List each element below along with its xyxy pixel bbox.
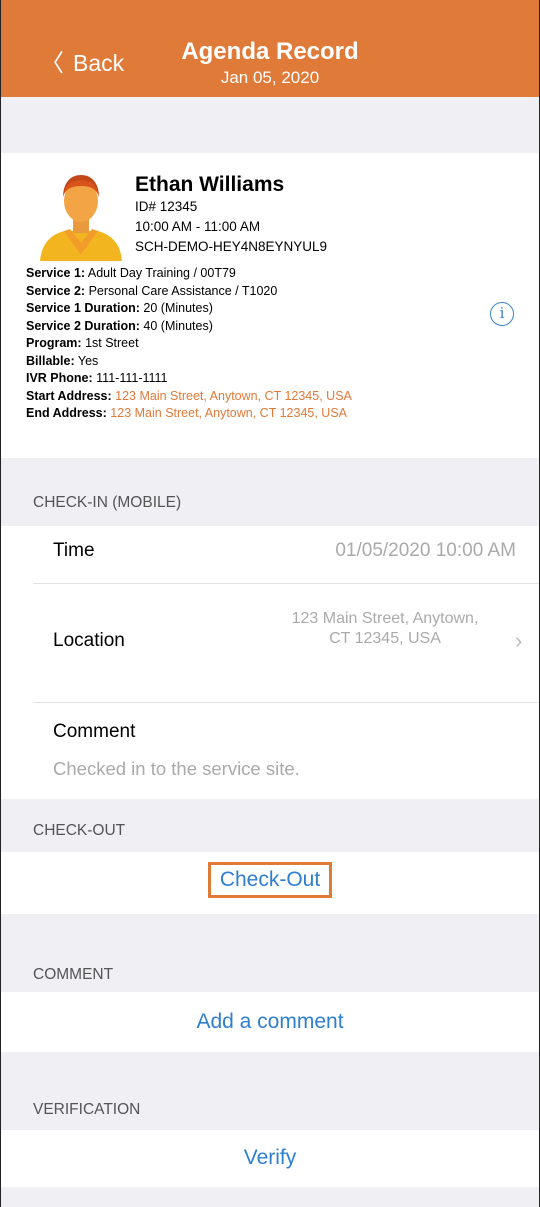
- screen-frame: [0, 0, 540, 1207]
